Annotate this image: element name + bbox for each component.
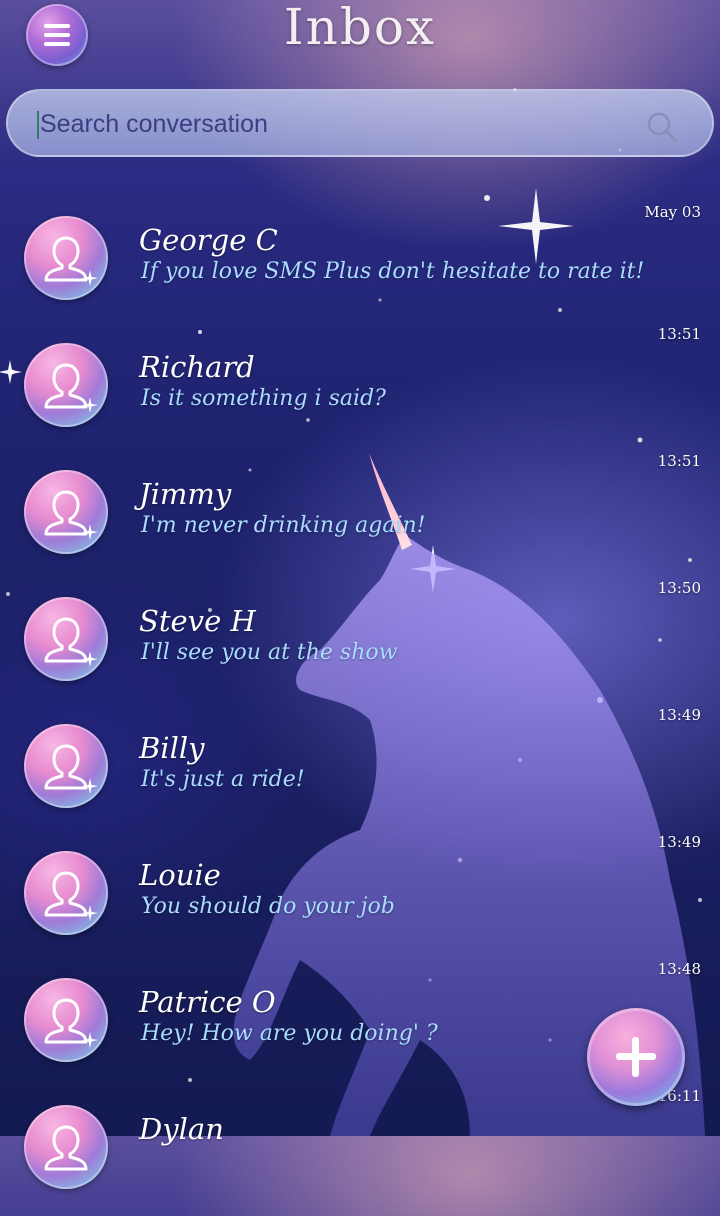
contact-name: Jimmy — [139, 477, 232, 511]
conversation-item[interactable]: George C If you love SMS Plus don't hesi… — [0, 203, 720, 327]
avatar — [24, 851, 108, 935]
search-icon[interactable] — [646, 111, 678, 143]
conversation-item[interactable]: Dylan 16:11 — [0, 1087, 720, 1216]
person-icon — [44, 617, 98, 667]
contact-name: Dylan — [139, 1112, 224, 1146]
contact-name: Patrice O — [139, 985, 276, 1019]
avatar — [24, 978, 108, 1062]
conversation-item[interactable]: Steve H I'll see you at the show 13:50 — [0, 579, 720, 708]
avatar — [24, 216, 108, 300]
message-snippet: You should do your job — [141, 894, 395, 919]
contact-name: George C — [139, 223, 278, 257]
message-snippet: I'm never drinking again! — [141, 513, 426, 538]
page-title: Inbox — [283, 0, 437, 56]
message-time: 13:48 — [657, 960, 701, 978]
avatar — [24, 470, 108, 554]
avatar — [24, 1105, 108, 1189]
message-time: 13:51 — [657, 325, 701, 343]
contact-name: Billy — [139, 731, 205, 765]
conversation-item[interactable]: Richard Is it something i said? 13:51 — [0, 325, 720, 454]
message-snippet: Is it something i said? — [141, 386, 386, 411]
message-snippet: If you love SMS Plus don't hesitate to r… — [141, 259, 645, 284]
conversation-item[interactable]: Jimmy I'm never drinking again! 13:51 — [0, 452, 720, 581]
message-time: 13:49 — [657, 833, 701, 851]
person-icon — [44, 871, 98, 921]
conversation-item[interactable]: Louie You should do your job 13:49 — [0, 833, 720, 962]
compose-button[interactable] — [587, 1008, 685, 1106]
contact-name: Steve H — [139, 604, 256, 638]
conversation-item[interactable]: Billy It's just a ride! 13:49 — [0, 706, 720, 835]
search-bar[interactable] — [6, 89, 714, 157]
avatar — [24, 597, 108, 681]
avatar — [24, 724, 108, 808]
person-icon — [44, 490, 98, 540]
contact-name: Richard — [139, 350, 255, 384]
avatar — [24, 343, 108, 427]
message-time: 13:50 — [657, 579, 701, 597]
person-icon — [44, 363, 98, 413]
message-time: May 03 — [644, 203, 701, 221]
message-time: 13:49 — [657, 706, 701, 724]
person-icon — [44, 744, 98, 794]
message-snippet: Hey! How are you doing' ? — [141, 1021, 438, 1046]
message-time: 13:51 — [657, 452, 701, 470]
person-icon — [44, 236, 98, 286]
person-icon — [44, 1125, 88, 1171]
person-icon — [44, 998, 98, 1048]
contact-name: Louie — [139, 858, 221, 892]
message-snippet: It's just a ride! — [141, 767, 305, 792]
message-snippet: I'll see you at the show — [141, 640, 398, 665]
search-input[interactable] — [38, 103, 642, 145]
